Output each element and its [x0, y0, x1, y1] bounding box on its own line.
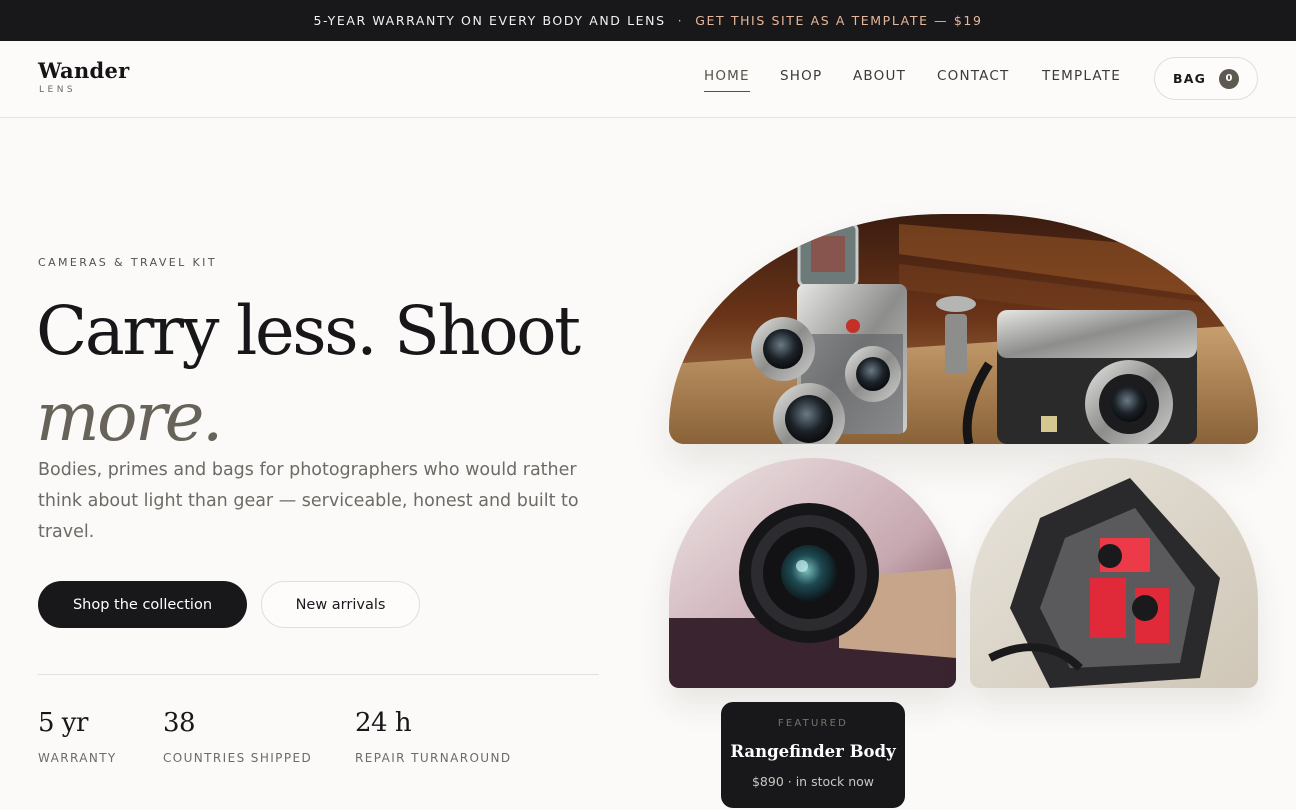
camera-lens-image: [669, 458, 956, 688]
bag-label: BAG: [1172, 71, 1207, 86]
nav-shop[interactable]: SHOP: [780, 68, 822, 84]
stat-value: 24 h: [355, 708, 412, 738]
announcement-message: 5-YEAR WARRANTY ON EVERY BODY AND LENS: [313, 13, 666, 28]
brand-name: Wander: [38, 58, 130, 83]
nav-home[interactable]: HOME: [704, 68, 750, 92]
featured-product-card[interactable]: FEATURED Rangefinder Body $890 · in stoc…: [721, 702, 905, 808]
template-offer-link[interactable]: GET THIS SITE AS A TEMPLATE — $19: [695, 13, 982, 28]
bag-count-badge: 0: [1219, 68, 1240, 89]
camera-backpack-image: [970, 458, 1258, 688]
announcement-bar: 5-YEAR WARRANTY ON EVERY BODY AND LENS ·…: [0, 0, 1296, 41]
stat-label: REPAIR TURNAROUND: [355, 751, 512, 765]
stat-value: 38: [163, 708, 196, 738]
stat-value: 5 yr: [38, 708, 88, 738]
announcement-separator: ·: [677, 13, 684, 28]
new-arrivals-button[interactable]: New arrivals: [261, 581, 420, 628]
stat-countries: 38 COUNTRIES SHIPPED: [163, 708, 312, 765]
featured-kicker: FEATURED: [777, 718, 849, 729]
bag-button[interactable]: BAG 0: [1154, 57, 1258, 100]
shop-collection-button[interactable]: Shop the collection: [38, 581, 247, 628]
featured-price: $890 · in stock now: [751, 774, 875, 789]
stat-repair: 24 h REPAIR TURNAROUND: [355, 708, 512, 765]
stats-divider: [38, 674, 599, 675]
hero-eyebrow: CAMERAS & TRAVEL KIT: [38, 256, 217, 269]
hero-lede: Bodies, primes and bags for photographer…: [38, 460, 579, 542]
stat-label: WARRANTY: [38, 751, 117, 765]
brand-logo[interactable]: Wander LENS: [38, 58, 130, 95]
stat-warranty: 5 yr WARRANTY: [38, 708, 117, 765]
hero-headline: Carry less. Shoot more.: [36, 288, 616, 460]
nav-contact[interactable]: CONTACT: [937, 68, 1009, 84]
nav-template[interactable]: TEMPLATE: [1042, 68, 1121, 84]
headline-line-2: more.: [36, 378, 223, 456]
headline-line-1: Carry less. Shoot: [36, 292, 581, 370]
vintage-cameras-image: [669, 214, 1258, 444]
brand-sub: LENS: [39, 85, 77, 95]
stat-label: COUNTRIES SHIPPED: [163, 751, 313, 765]
site-header: Wander LENS HOME SHOP ABOUT CONTACT TEMP…: [0, 41, 1296, 118]
nav-about[interactable]: ABOUT: [853, 68, 906, 84]
featured-title: Rangefinder Body: [730, 742, 896, 761]
